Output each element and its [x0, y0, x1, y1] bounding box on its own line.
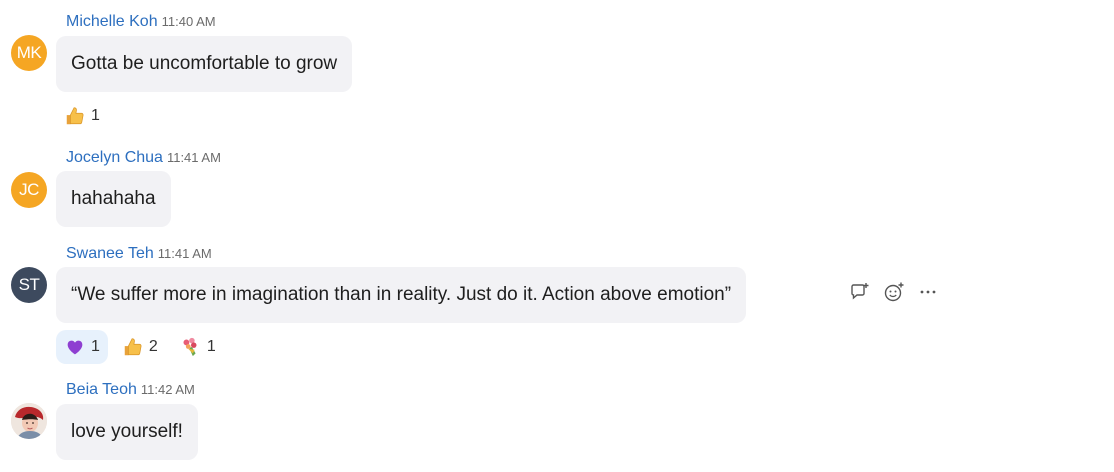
- message-bubble[interactable]: hahahaha: [56, 171, 171, 227]
- message-text: Gotta be uncomfortable to grow: [71, 53, 338, 74]
- message-header: Jocelyn Chua 11:41 AM: [66, 148, 221, 168]
- avatar[interactable]: JC: [11, 172, 47, 208]
- reaction-count: 1: [91, 338, 100, 355]
- message-header: Beia Teoh 11:42 AM: [66, 380, 195, 400]
- reaction-bouquet[interactable]: 1: [172, 330, 224, 364]
- profile-photo-icon: [11, 403, 47, 439]
- reply-icon[interactable]: [848, 280, 872, 304]
- reaction-thumbs-up[interactable]: 2: [114, 330, 166, 364]
- message-header: Swanee Teh 11:41 AM: [66, 244, 212, 264]
- message-time: 11:40 AM: [161, 14, 216, 29]
- message-time: 11:41 AM: [157, 246, 212, 261]
- more-options-icon[interactable]: [916, 280, 940, 304]
- reaction-count: 1: [206, 338, 216, 355]
- message-hover-actions: [848, 280, 940, 304]
- avatar[interactable]: ST: [11, 267, 47, 303]
- reaction-count: 2: [148, 338, 158, 355]
- message-bubble[interactable]: “We suffer more in imagination than in r…: [56, 267, 747, 323]
- reactions-bar: 1 2 1: [56, 330, 224, 364]
- message-header: Michelle Koh 11:40 AM: [66, 12, 216, 32]
- purple-heart-icon: [67, 340, 83, 355]
- bouquet-icon: [183, 337, 197, 357]
- sender-name[interactable]: Beia Teoh: [66, 381, 137, 398]
- sender-name[interactable]: Jocelyn Chua: [66, 149, 163, 166]
- reactions-bar: 1: [56, 99, 108, 133]
- message-time: 11:41 AM: [166, 150, 221, 165]
- message-text: love yourself!: [71, 421, 183, 442]
- reaction-thumbs-up[interactable]: 1: [56, 99, 108, 133]
- message-time: 11:42 AM: [140, 382, 195, 397]
- message-bubble[interactable]: love yourself!: [56, 404, 198, 460]
- avatar-initials: MK: [16, 43, 42, 62]
- avatar-initials: JC: [19, 180, 39, 199]
- sender-name[interactable]: Swanee Teh: [66, 245, 154, 262]
- avatar-initials: ST: [18, 275, 40, 294]
- thumbs-up-icon: [124, 338, 142, 356]
- reaction-count: 1: [91, 107, 100, 124]
- sender-name[interactable]: Michelle Koh: [66, 13, 158, 30]
- message-bubble[interactable]: Gotta be uncomfortable to grow: [56, 36, 353, 92]
- message-text: hahahaha: [71, 188, 156, 209]
- avatar-photo[interactable]: [11, 403, 47, 439]
- avatar[interactable]: MK: [11, 35, 47, 71]
- thumbs-up-icon: [66, 107, 84, 125]
- add-reaction-icon[interactable]: [882, 280, 906, 304]
- message-text: “We suffer more in imagination than in r…: [71, 284, 732, 305]
- reaction-purple-heart[interactable]: 1: [56, 330, 108, 364]
